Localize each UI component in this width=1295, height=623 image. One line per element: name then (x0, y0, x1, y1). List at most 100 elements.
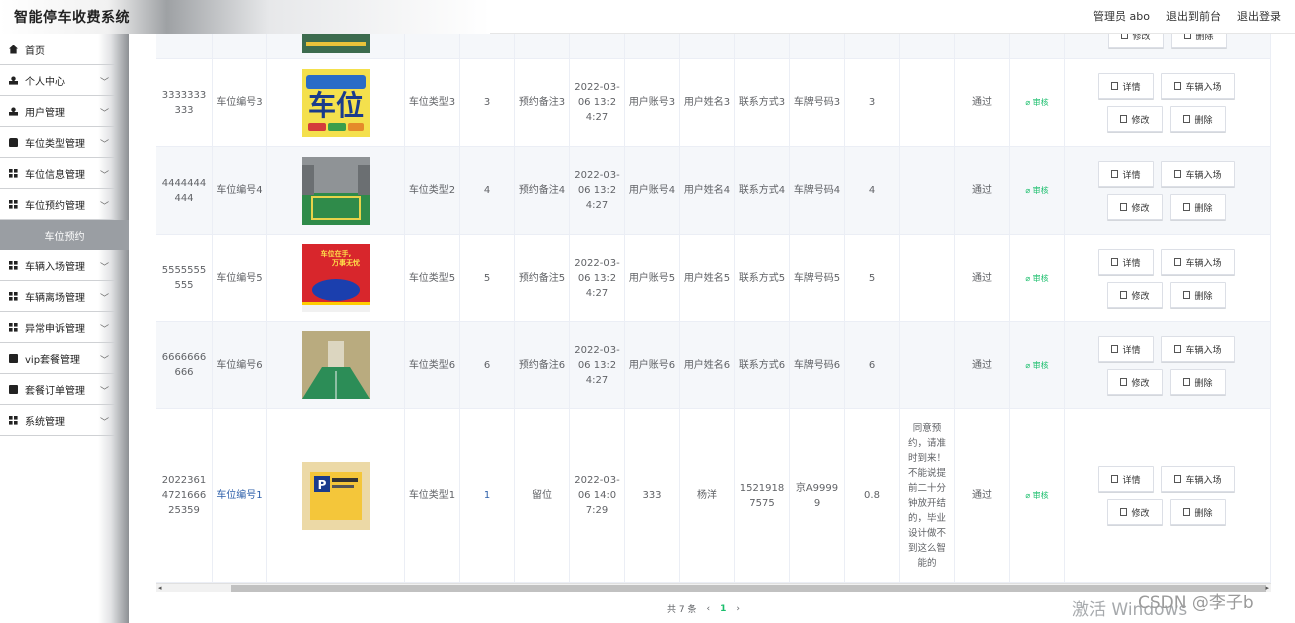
detail-icon (1111, 170, 1119, 178)
sidebar-item-label: 车辆入场管理 (25, 261, 85, 273)
table-cell-col7: 2022-03-06 13:24:27 (570, 147, 625, 234)
sidebar-item-space-type-management[interactable]: 车位类型管理 ﹀ (0, 127, 115, 158)
exit-to-front-link[interactable]: 退出到前台 (1166, 8, 1221, 24)
table-cell-col1: 6666666666 (156, 322, 213, 408)
table-row: 6666666666 车位编号6 车位类型6 6 预约备注6 2022-03-06 13:… (156, 322, 1271, 409)
sidebar-item-label: 套餐订单管理 (25, 385, 85, 397)
csdn-watermark: CSDN @李子b (1138, 593, 1254, 613)
audit-cell: ⌀ 审核 (1010, 322, 1065, 408)
vehicle-entry-button[interactable]: 车辆入场 (1161, 249, 1235, 275)
scroll-left-icon[interactable]: ◂ (158, 584, 162, 592)
audit-link[interactable]: ⌀ 审核 (1025, 183, 1048, 198)
table-cell-col10: 15219187575 (735, 409, 790, 582)
delete-button[interactable]: 删除 (1170, 194, 1226, 220)
detail-button[interactable]: 详情 (1098, 466, 1154, 492)
detail-icon (1111, 82, 1119, 90)
parking-thumbnail[interactable] (301, 331, 370, 399)
vehicle-entry-button[interactable]: 车辆入场 (1161, 73, 1235, 99)
grid-icon (9, 260, 18, 270)
grid-icon (9, 291, 18, 301)
svg-text:车位在手,: 车位在手, (320, 249, 351, 258)
table-cell-col9: 用户姓名4 (680, 147, 735, 234)
sidebar-subitem-reservation[interactable]: 车位预约 (0, 220, 129, 250)
sidebar-item-label: 个人中心 (25, 76, 65, 88)
parking-thumbnail[interactable]: 车位在手,万事无忧 (301, 244, 370, 312)
vehicle-entry-button[interactable]: 车辆入场 (1161, 466, 1235, 492)
sidebar-item-home[interactable]: 首页 (0, 34, 115, 65)
chevron-down-icon: ﹀ (99, 356, 109, 366)
table-cell-col13 (900, 59, 955, 146)
table-cell-col12: 3 (845, 59, 900, 146)
table-row: 3333333333 车位编号3 车位 车位类型3 3 预约备注3 2022-03-06 1… (156, 59, 1271, 147)
table-cell-col14: 通过 (955, 147, 1010, 234)
detail-button[interactable]: 详情 (1098, 336, 1154, 362)
edit-button[interactable]: 修改 (1107, 499, 1163, 525)
sidebar-item-user-management[interactable]: 用户管理 ﹀ (0, 96, 115, 127)
table-cell-col1: 3333333333 (156, 59, 213, 146)
sidebar-item-space-info-management[interactable]: 车位信息管理 ﹀ (0, 158, 115, 189)
sidebar-item-vehicle-entry-management[interactable]: 车辆入场管理 ﹀ (0, 250, 115, 281)
table-cell-col5: 5 (460, 235, 515, 321)
table-cell-col2: 车位编号5 (213, 235, 267, 321)
main-content: 修改 删除 3333333333 车位编号3 车位 车位类型3 3 预约备注3 2022-0… (129, 22, 1295, 623)
parking-thumbnail[interactable] (301, 156, 370, 225)
audit-cell: ⌀ 审核 (1010, 409, 1065, 582)
audit-link[interactable]: ⌀ 审核 (1025, 95, 1048, 110)
delete-button[interactable]: 删除 (1170, 369, 1226, 395)
parking-thumbnail[interactable]: P (301, 461, 370, 530)
sidebar-item-label: 车辆离场管理 (25, 292, 85, 304)
sidebar-item-personal-center[interactable]: 个人中心 ﹀ (0, 65, 115, 96)
sidebar-item-package-order-management[interactable]: 套餐订单管理 ﹀ (0, 374, 115, 405)
logout-link[interactable]: 退出登录 (1237, 8, 1281, 24)
grid-icon (9, 322, 18, 332)
table-cell-col6: 预约备注5 (515, 235, 570, 321)
parking-thumbnail[interactable]: 车位 (301, 68, 370, 137)
audit-link[interactable]: ⌀ 审核 (1025, 358, 1048, 373)
detail-button[interactable]: 详情 (1098, 73, 1154, 99)
vehicle-entry-button[interactable]: 车辆入场 (1161, 161, 1235, 187)
table-cell-col1: 5555555555 (156, 235, 213, 321)
trash-icon (1183, 203, 1191, 211)
delete-button[interactable]: 删除 (1170, 499, 1226, 525)
delete-button[interactable]: 删除 (1170, 282, 1226, 308)
scrollbar-thumb[interactable] (231, 585, 1266, 592)
table-cell-col7: 2022-03-06 13:24:27 (570, 235, 625, 321)
table-cell-col11: 车牌号码5 (790, 235, 845, 321)
grid-icon (9, 168, 18, 178)
prev-page-button[interactable]: ‹ (706, 604, 710, 614)
sidebar-item-vehicle-exit-management[interactable]: 车辆离场管理 ﹀ (0, 281, 115, 312)
trash-icon (1183, 508, 1191, 516)
edit-button[interactable]: 修改 (1107, 194, 1163, 220)
table-cell-col2: 车位编号3 (213, 59, 267, 146)
table-cell-col4: 车位类型6 (405, 322, 460, 408)
delete-button[interactable]: 删除 (1170, 106, 1226, 132)
sidebar-item-vip-package-management[interactable]: vip套餐管理 ﹀ (0, 343, 115, 374)
edit-button[interactable]: 修改 (1107, 369, 1163, 395)
audit-link[interactable]: ⌀ 审核 (1025, 488, 1048, 503)
next-page-button[interactable]: › (736, 604, 740, 614)
edit-button[interactable]: 修改 (1107, 106, 1163, 132)
table-cell-col13 (900, 322, 955, 408)
audit-link[interactable]: ⌀ 审核 (1025, 271, 1048, 286)
table-cell-col1: 4444444444 (156, 147, 213, 234)
detail-button[interactable]: 详情 (1098, 249, 1154, 275)
audit-cell: ⌀ 审核 (1010, 147, 1065, 234)
sidebar-item-system-management[interactable]: 系统管理 ﹀ (0, 405, 115, 436)
sidebar-item-reservation-management[interactable]: 车位预约管理 ﹀ (0, 189, 115, 220)
sidebar-item-appeal-management[interactable]: 异常申诉管理 ﹀ (0, 312, 115, 343)
sidebar-item-label: 异常申诉管理 (25, 323, 85, 335)
table-cell-col6: 预约备注3 (515, 59, 570, 146)
table-cell-col4: 车位类型5 (405, 235, 460, 321)
vehicle-entry-button[interactable]: 车辆入场 (1161, 336, 1235, 362)
edit-button[interactable]: 修改 (1107, 282, 1163, 308)
trash-icon (1183, 115, 1191, 123)
users-icon (9, 106, 18, 116)
trash-icon (1183, 291, 1191, 299)
detail-button[interactable]: 详情 (1098, 161, 1154, 187)
horizontal-scrollbar[interactable]: ◂ ▸ (156, 583, 1271, 592)
scroll-right-icon[interactable]: ▸ (1265, 584, 1269, 592)
page-number[interactable]: 1 (720, 604, 726, 614)
table-row: 4444444444 车位编号4 车位类型2 4 预约备注4 2022-03-06 13:… (156, 147, 1271, 235)
sidebar-item-label: 车位预约管理 (25, 200, 85, 212)
header-actions: 管理员 abo 退出到前台 退出登录 (1093, 8, 1281, 24)
